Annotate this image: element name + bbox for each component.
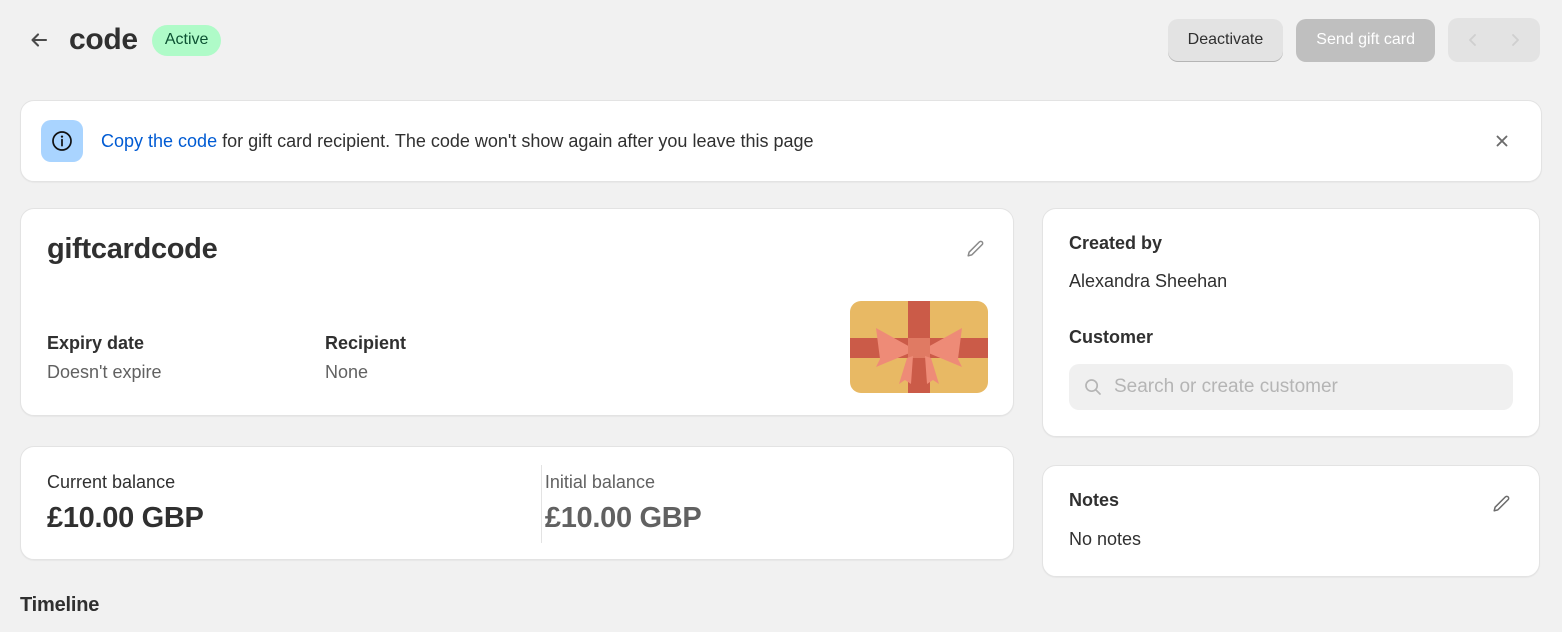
notes-label: Notes — [1069, 490, 1120, 510]
banner-close-button[interactable] — [1485, 124, 1519, 158]
field-label: Recipient — [325, 333, 407, 353]
main-column: giftcardcode Expiry date Doesn't expire … — [20, 208, 1014, 617]
gift-card-details-card: giftcardcode Expiry date Doesn't expire … — [20, 208, 1014, 416]
field-recipient: Recipient None — [325, 333, 603, 383]
balance-card: Current balance £10.00 GBP Initial balan… — [20, 446, 1014, 560]
notes-card: Notes No notes — [1042, 465, 1540, 577]
edit-gift-card-button[interactable] — [957, 231, 993, 267]
pencil-icon — [964, 238, 986, 260]
banner-message: Copy the code for gift card recipient. T… — [101, 129, 814, 153]
side-column: Created by Alexandra Sheehan Customer No… — [1042, 208, 1540, 577]
back-button[interactable] — [22, 23, 56, 57]
timeline-heading: Timeline — [20, 594, 100, 616]
created-by-customer-card: Created by Alexandra Sheehan Customer — [1042, 208, 1540, 437]
gift-card-icon — [850, 301, 988, 393]
info-circle-icon — [41, 120, 83, 162]
current-balance-label: Current balance — [47, 471, 176, 492]
customer-search-box[interactable] — [1069, 364, 1513, 410]
chevron-right-icon — [1506, 31, 1524, 49]
current-balance-value: £10.00 GBP — [47, 501, 204, 534]
current-balance-block: Current balance £10.00 GBP — [47, 472, 517, 535]
pagination-controls — [1448, 18, 1540, 62]
close-icon — [1493, 132, 1511, 150]
page-header: code Active Deactivate Send gift card — [0, 0, 1562, 80]
created-by-value: Alexandra Sheehan — [1069, 271, 1228, 291]
gift-card-code: giftcardcode — [47, 233, 218, 265]
initial-balance-label: Initial balance — [544, 471, 655, 492]
page-title: code — [69, 23, 138, 56]
initial-balance-block: Initial balance £10.00 GBP — [517, 472, 987, 535]
field-expiry-date: Expiry date Doesn't expire — [47, 333, 325, 383]
field-value: None — [325, 362, 369, 382]
chevron-left-icon — [1464, 31, 1482, 49]
pencil-icon — [1490, 493, 1512, 515]
banner-message-rest: for gift card recipient. The code won't … — [217, 130, 814, 151]
gift-card-detail-page: code Active Deactivate Send gift card Co… — [0, 0, 1562, 632]
previous-page-button[interactable] — [1452, 22, 1494, 58]
copy-the-code-link[interactable]: Copy the code — [101, 131, 217, 151]
created-by-label: Created by — [1069, 233, 1163, 253]
field-label: Expiry date — [47, 333, 145, 353]
status-badge: Active — [151, 24, 222, 56]
deactivate-button[interactable]: Deactivate — [1167, 18, 1284, 62]
edit-notes-button[interactable] — [1483, 486, 1519, 522]
info-banner: Copy the code for gift card recipient. T… — [20, 100, 1542, 182]
field-value: Doesn't expire — [47, 362, 162, 382]
customer-label: Customer — [1069, 327, 1154, 347]
notes-value: No notes — [1069, 529, 1142, 549]
arrow-left-icon — [28, 29, 50, 51]
gift-card-fields: Expiry date Doesn't expire Recipient Non… — [47, 333, 603, 383]
send-gift-card-button[interactable]: Send gift card — [1296, 18, 1435, 62]
customer-search-input[interactable] — [1114, 376, 1499, 398]
header-actions: Deactivate Send gift card — [1167, 18, 1540, 62]
balance-divider — [541, 465, 542, 543]
next-page-button[interactable] — [1494, 22, 1536, 58]
initial-balance-value: £10.00 GBP — [544, 501, 702, 534]
search-icon — [1083, 377, 1103, 397]
